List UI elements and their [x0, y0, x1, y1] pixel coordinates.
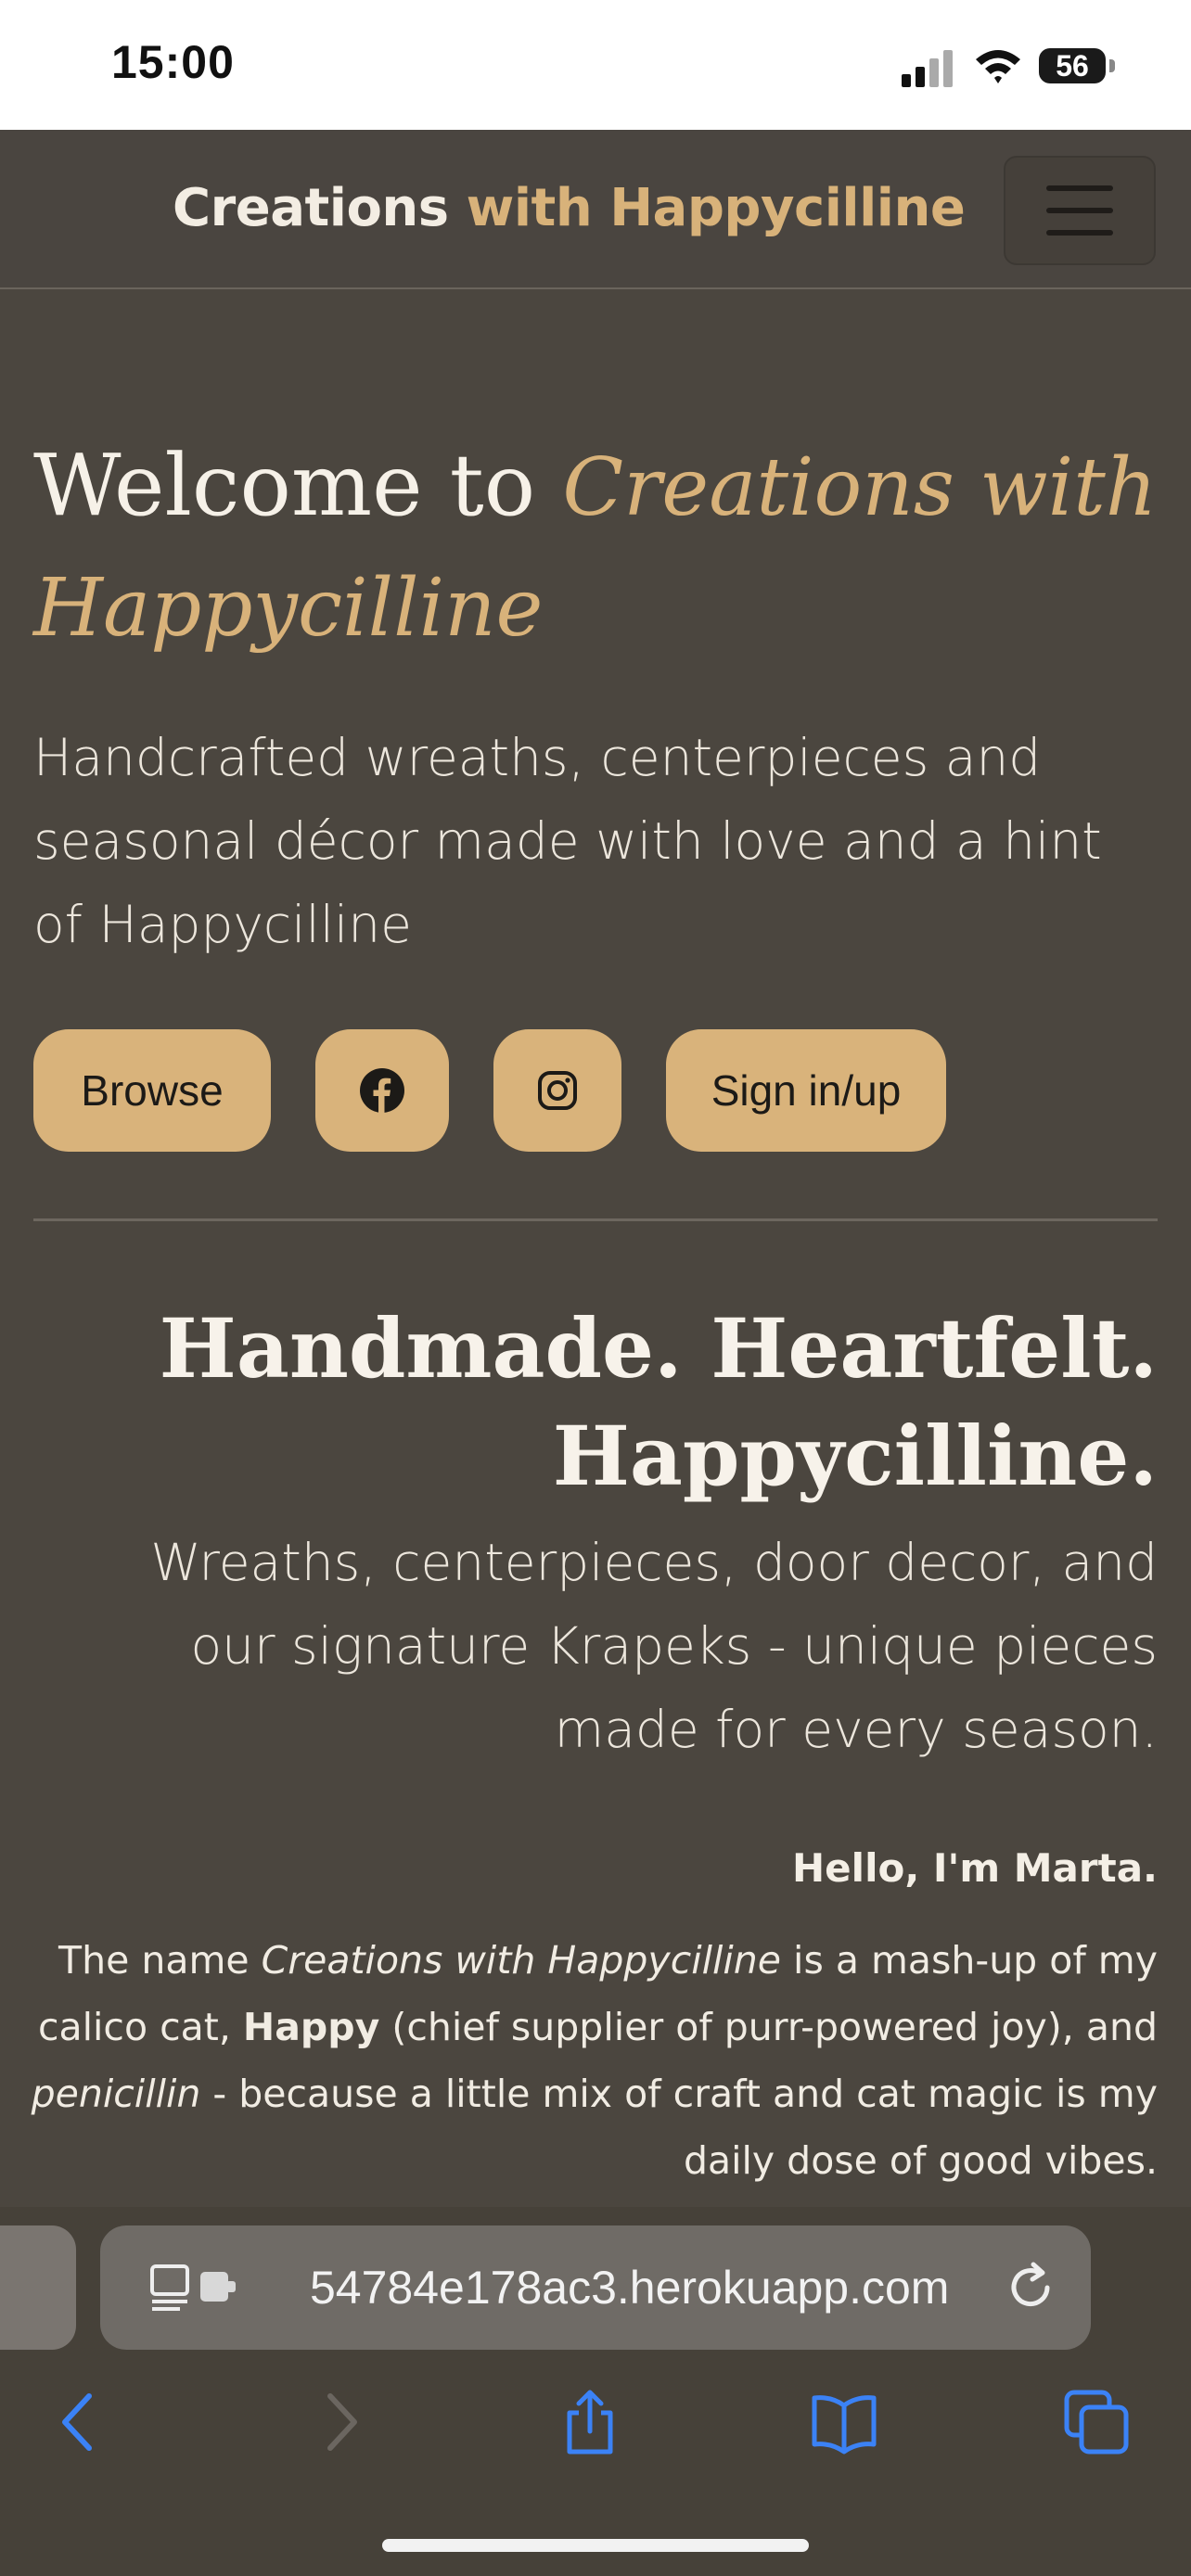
instagram-button[interactable]	[493, 1029, 621, 1152]
about-text-4: - because a little mix of craft and cat …	[200, 2072, 1158, 2183]
forward-icon[interactable]	[306, 2389, 373, 2455]
previous-tab-stub[interactable]	[0, 2225, 76, 2350]
brand-accent: with Happycilline	[466, 178, 966, 238]
browser-toolbar: 54784e178ac3.herokuapp.com	[0, 2207, 1191, 2576]
battery-cap	[1109, 59, 1115, 72]
navbar: Creations with Happycilline	[0, 130, 1191, 289]
address-bar[interactable]: 54784e178ac3.herokuapp.com	[100, 2225, 1091, 2350]
about-text-3: (chief supplier of purr-powered joy), an…	[379, 2005, 1158, 2049]
hamburger-icon-bar	[1046, 230, 1113, 236]
browse-button[interactable]: Browse	[33, 1029, 271, 1152]
hero-subtitle: Handcrafted wreaths, centerpieces and se…	[33, 728, 1102, 954]
facebook-button[interactable]	[315, 1029, 449, 1152]
hamburger-icon-bar	[1046, 208, 1113, 213]
back-icon[interactable]	[46, 2389, 113, 2455]
brand-link[interactable]: Creations with Happycilline	[173, 178, 966, 238]
section-divider	[33, 1218, 1158, 1221]
wifi-icon	[976, 50, 1020, 83]
brand-main: Creations	[173, 178, 449, 238]
tagline-line-2: Happycilline.	[552, 1408, 1158, 1504]
cellular-signal-icon	[902, 50, 953, 87]
tabs-icon[interactable]	[1063, 2389, 1130, 2455]
status-time: 15:00	[111, 36, 235, 88]
page-settings-icon[interactable]	[148, 2261, 239, 2315]
home-indicator[interactable]	[382, 2539, 809, 2552]
about-paragraph: The name Creations with Happycilline is …	[26, 1927, 1158, 2194]
about-brand-name: Creations with Happycilline	[261, 1938, 782, 1983]
hero-title-plain: Welcome to	[33, 436, 536, 535]
menu-toggle-button[interactable]	[1004, 156, 1156, 265]
bookmarks-icon[interactable]	[811, 2389, 877, 2455]
battery-indicator: 56	[1039, 48, 1106, 83]
about-cat-name: Happy	[242, 2005, 380, 2049]
facebook-icon	[360, 1068, 404, 1114]
about-penicillin: penicillin	[31, 2072, 201, 2116]
tagline-line-1: Handmade. Heartfelt.	[159, 1300, 1158, 1396]
tagline-subtitle: Wreaths, centerpieces, door decor, and o…	[150, 1533, 1158, 1759]
hero-title-script-2: Happycilline	[33, 562, 544, 655]
url-text[interactable]: 54784e178ac3.herokuapp.com	[310, 2261, 949, 2315]
sign-in-button[interactable]: Sign in/up	[666, 1029, 946, 1152]
hamburger-icon	[1046, 185, 1113, 191]
hello-heading: Hello, I'm Marta.	[792, 1845, 1158, 1891]
share-icon[interactable]	[557, 2389, 623, 2455]
hero-title-script: Creations with	[562, 441, 1158, 534]
instagram-icon	[538, 1071, 577, 1110]
hero-title: Welcome to Creations with Happycilline	[33, 427, 1165, 668]
about-text-1: The name	[58, 1938, 262, 1983]
reload-icon[interactable]	[1002, 2259, 1059, 2316]
status-bar: 15:00 56	[0, 0, 1191, 130]
tagline-heading: Handmade. Heartfelt. Happycilline.	[45, 1294, 1158, 1510]
